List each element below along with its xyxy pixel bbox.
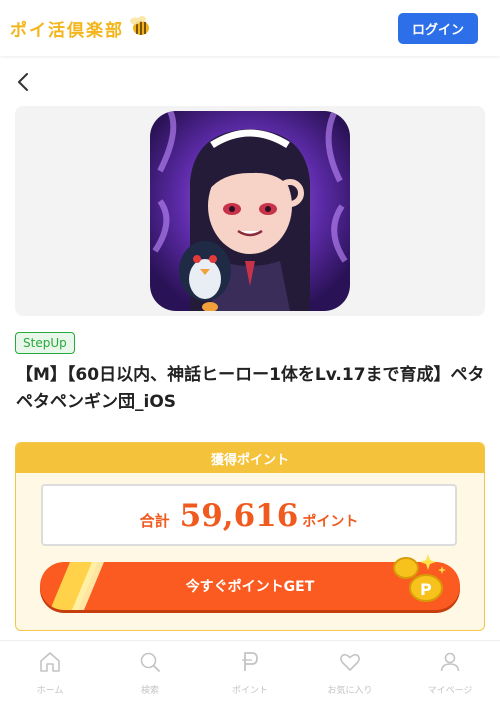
total-label: 合計 xyxy=(139,512,170,530)
user-icon xyxy=(440,652,460,672)
point-icon xyxy=(242,652,258,671)
offer-image-panel xyxy=(15,106,485,316)
total-points-box: 合計 59,616 ポイント xyxy=(41,484,457,546)
heart-icon xyxy=(340,653,360,671)
nav-item-points[interactable]: ポイント xyxy=(200,641,300,701)
bee-icon xyxy=(128,14,152,42)
offer-title: 【M】【60日以内、神話ヒーロー1体をLv.17まで育成】ペタペタペンギン団_i… xyxy=(16,365,485,412)
game-app-icon xyxy=(150,111,350,311)
nav-item-mypage[interactable]: マイページ xyxy=(400,641,500,701)
svg-text:P: P xyxy=(420,580,432,599)
nav-label-home: ホーム xyxy=(36,686,64,696)
nav-item-search[interactable]: 検索 xyxy=(100,641,200,701)
points-card-header: 獲得ポイント xyxy=(16,443,484,473)
chevron-left-icon xyxy=(18,73,28,91)
header-bar: ポイ活倶楽部 ログイン xyxy=(0,0,500,56)
nav-label-points: ポイント xyxy=(231,686,268,696)
nav-label-mypage: マイページ xyxy=(427,686,473,696)
nav-item-favorites[interactable]: お気に入り xyxy=(300,641,400,701)
bottom-nav: ホーム 検索 ポイント お気に入り マイページ xyxy=(0,640,500,701)
home-icon xyxy=(40,652,60,672)
logo-text: ポイ活倶楽部 xyxy=(10,20,124,41)
nav-label-search: 検索 xyxy=(140,686,159,696)
stepup-badge: StepUp xyxy=(15,332,75,354)
login-button[interactable]: ログイン xyxy=(398,13,478,44)
back-button[interactable] xyxy=(14,70,34,94)
search-icon xyxy=(140,652,160,672)
nav-item-home[interactable]: ホーム xyxy=(0,641,100,701)
nav-label-favorites: お気に入り xyxy=(327,686,373,696)
total-points-value: 59,616 xyxy=(179,498,299,534)
points-unit-label: ポイント xyxy=(302,514,359,530)
coins-icon: P xyxy=(388,550,450,612)
site-logo[interactable]: ポイ活倶楽部 xyxy=(10,14,152,42)
